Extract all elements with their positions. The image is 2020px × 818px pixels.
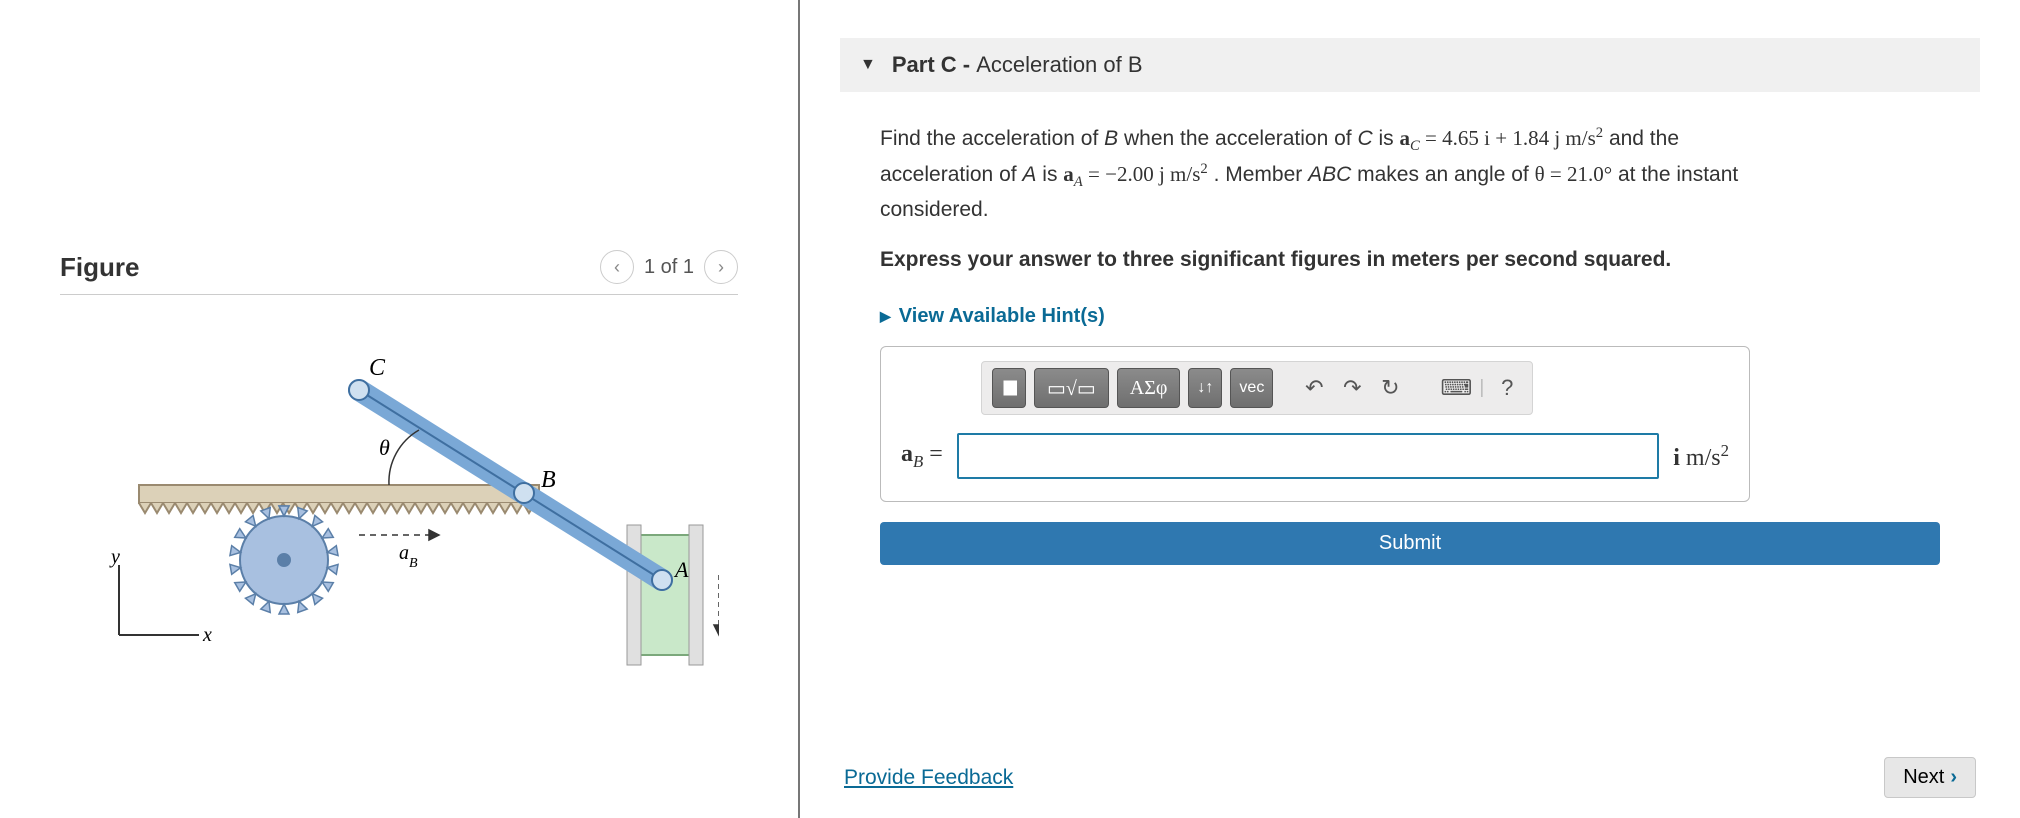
- C-label: C: [369, 355, 386, 381]
- aB-label: aB: [399, 542, 418, 571]
- chevron-right-icon: ▶: [880, 308, 891, 325]
- rect-icon: [1001, 378, 1017, 398]
- figure-divider: [60, 294, 738, 295]
- view-hints-toggle[interactable]: ▶ View Available Hint(s): [880, 305, 1940, 328]
- hints-label: View Available Hint(s): [899, 305, 1105, 328]
- figure-pager: 1 of 1: [644, 256, 694, 279]
- A-label: A: [673, 557, 689, 582]
- provide-feedback-link[interactable]: Provide Feedback: [844, 766, 1013, 790]
- redo-button[interactable]: ↷: [1337, 373, 1367, 403]
- answer-input-row: aB = i m/s2: [901, 433, 1729, 479]
- fraction-template-button[interactable]: [992, 368, 1026, 408]
- figure-nav: ‹ 1 of 1 ›: [600, 250, 738, 284]
- figure-next-button[interactable]: ›: [704, 250, 738, 284]
- next-button[interactable]: Next ›: [1884, 757, 1976, 798]
- figure-diagram: y x: [60, 335, 738, 675]
- submit-button[interactable]: Submit: [880, 522, 1940, 565]
- prompt-text: Find the acceleration of B when the acce…: [880, 122, 1940, 226]
- part-label: Part C: [892, 52, 957, 77]
- B-label: B: [541, 467, 556, 493]
- answer-instructions: Express your answer to three significant…: [880, 244, 1940, 277]
- answer-box: ▭√▭ ΑΣφ ↓↑ vec ↶ ↷ ↻ ⌨ | ? aB = i m/s2: [880, 346, 1750, 502]
- reset-button[interactable]: ↻: [1375, 373, 1405, 403]
- figure-prev-button[interactable]: ‹: [600, 250, 634, 284]
- figure-header: Figure ‹ 1 of 1 ›: [60, 250, 738, 284]
- root-template-button[interactable]: ▭√▭: [1034, 368, 1109, 408]
- vector-button[interactable]: vec: [1230, 368, 1273, 408]
- undo-button[interactable]: ↶: [1299, 373, 1329, 403]
- collapse-icon: ▼: [860, 56, 876, 74]
- part-title: Part C - Acceleration of B: [892, 52, 1143, 78]
- question-pane: ▼ Part C - Acceleration of B Find the ac…: [800, 0, 2020, 818]
- subscript-button[interactable]: ↓↑: [1188, 368, 1222, 408]
- bottom-row: Provide Feedback Next ›: [840, 747, 1980, 798]
- answer-lhs: aB =: [901, 441, 943, 472]
- axis-x-label: x: [202, 624, 212, 646]
- greek-button[interactable]: ΑΣφ: [1117, 368, 1181, 408]
- axis-y-label: y: [109, 546, 120, 568]
- next-label: Next: [1903, 766, 1944, 789]
- keyboard-button[interactable]: ⌨: [1441, 373, 1471, 403]
- chevron-right-icon: ›: [1950, 766, 1957, 789]
- answer-units: i m/s2: [1673, 441, 1729, 472]
- answer-input[interactable]: [957, 433, 1659, 479]
- help-button[interactable]: ?: [1492, 373, 1522, 403]
- figure-title: Figure: [60, 252, 139, 283]
- part-subtitle: Acceleration of B: [976, 52, 1142, 77]
- figure-pane: Figure ‹ 1 of 1 › y x: [0, 0, 800, 818]
- equation-toolbar: ▭√▭ ΑΣφ ↓↑ vec ↶ ↷ ↻ ⌨ | ?: [981, 361, 1533, 415]
- part-header[interactable]: ▼ Part C - Acceleration of B: [840, 38, 1980, 92]
- theta-label: θ: [379, 435, 390, 460]
- mechanism-svg: y x: [79, 335, 719, 675]
